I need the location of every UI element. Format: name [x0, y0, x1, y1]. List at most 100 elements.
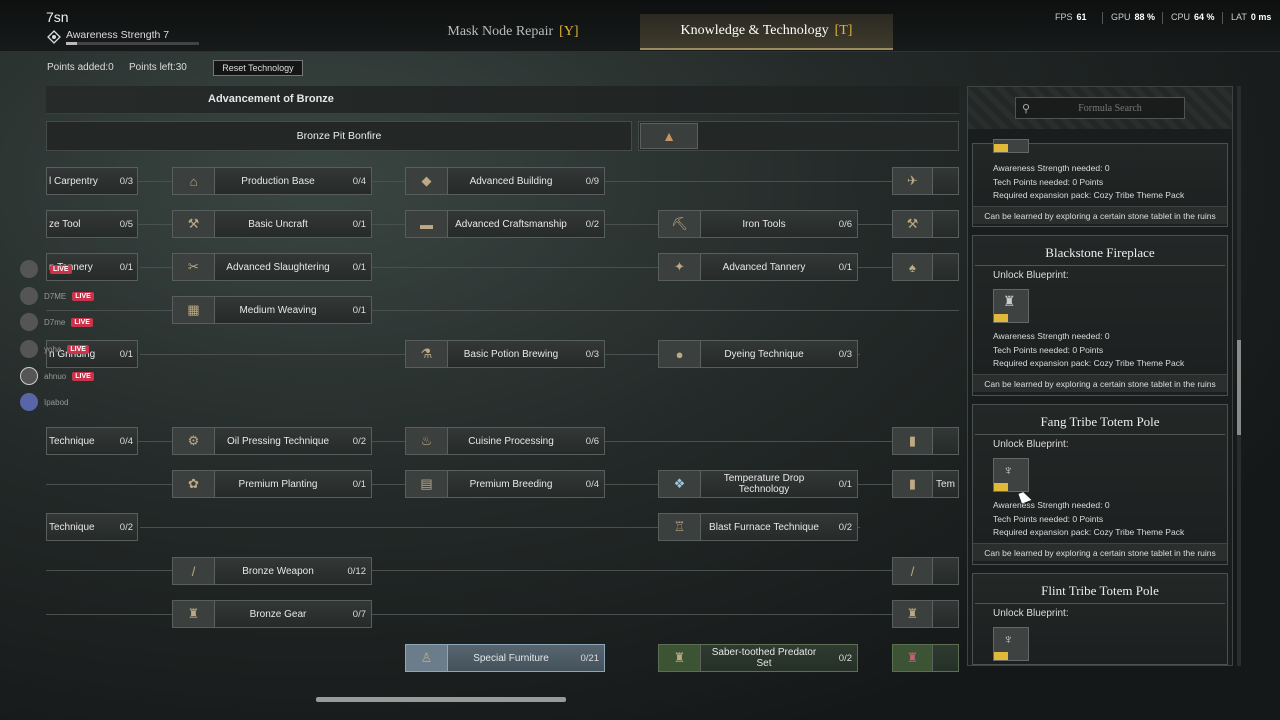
- tech-node-carpentry[interactable]: l Carpentry 0/3: [46, 167, 138, 195]
- avatar: [20, 340, 38, 358]
- gpu-value: 88 %: [1134, 12, 1156, 22]
- tab-mask-node-repair[interactable]: Mask Node Repair [Y]: [400, 14, 626, 50]
- tech-node-production-base[interactable]: ⌂ Production Base 0/4: [172, 167, 372, 195]
- node-name: Bronze Gear: [249, 608, 307, 620]
- tech-node-iron-tools[interactable]: ⛏ Iron Tools 0/6: [658, 210, 858, 238]
- tech-node-bronze-weapon[interactable]: / Bronze Weapon 0/12: [172, 557, 372, 585]
- req-line: Awareness Strength needed: 0: [993, 163, 1110, 173]
- node-name: Blast Furnace Technique: [709, 521, 819, 533]
- requirements: Awareness Strength needed: 0 Tech Points…: [993, 330, 1184, 371]
- tech-node-dyeing-technique[interactable]: ● Dyeing Technique 0/3: [658, 340, 858, 368]
- spear-icon: /: [893, 558, 933, 584]
- tech-node-medium-weaving[interactable]: ▦ Medium Weaving 0/1: [172, 296, 372, 324]
- lat-label: LAT: [1231, 12, 1247, 22]
- social-entry[interactable]: D7me LIVE: [20, 312, 138, 332]
- gold-tag: [994, 652, 1008, 660]
- statue-icon: ♙: [406, 645, 448, 671]
- lat-stat: LAT 0 ms: [1231, 12, 1271, 22]
- formula-card-partial[interactable]: Awareness Strength needed: 0 Tech Points…: [972, 139, 1228, 227]
- tech-node-advanced-craftsmanship[interactable]: ▬ Advanced Craftsmanship 0/2: [405, 210, 605, 238]
- bonfire-icon[interactable]: ▲: [640, 123, 698, 149]
- node-count: 0/2: [838, 521, 852, 533]
- tech-node-advanced-slaughtering[interactable]: ✂ Advanced Slaughtering 0/1: [172, 253, 372, 281]
- tech-node-oil-pressing[interactable]: ⚙ Oil Pressing Technique 0/2: [172, 427, 372, 455]
- node-count: 0/1: [352, 304, 366, 316]
- live-badge: LIVE: [71, 317, 93, 327]
- formula-search-input[interactable]: ⚲ Formula Search: [1015, 97, 1185, 119]
- bronze-pit-bonfire-node[interactable]: Bronze Pit Bonfire: [46, 121, 632, 151]
- workbench-icon: ▬: [406, 211, 448, 237]
- spear-icon: /: [173, 558, 215, 584]
- tab-hotkey: [Y]: [559, 24, 579, 39]
- node-name: Tem: [936, 478, 955, 490]
- awareness-progress-bar: [66, 42, 199, 45]
- tech-node-partial[interactable]: /: [892, 557, 959, 585]
- horizontal-scrollbar[interactable]: [316, 697, 566, 702]
- req-line: Required expansion pack: Cozy Tribe Them…: [993, 190, 1185, 200]
- node-count: 0/7: [352, 608, 366, 620]
- tech-node-cuisine-processing[interactable]: ♨ Cuisine Processing 0/6: [405, 427, 605, 455]
- tech-node-partial[interactable]: ⚒: [892, 210, 959, 238]
- tech-node-premium-planting[interactable]: ✿ Premium Planting 0/1: [172, 470, 372, 498]
- tech-node-blast-furnace[interactable]: ♖ Blast Furnace Technique 0/2: [658, 513, 858, 541]
- awareness-icon: [47, 30, 61, 44]
- node-count: 0/2: [585, 218, 599, 230]
- social-entry[interactable]: D7ME LIVE: [20, 286, 138, 306]
- social-entry[interactable]: yoha LIVE: [20, 339, 138, 359]
- tech-node-technique[interactable]: Technique 0/2: [46, 513, 138, 541]
- node-name: Cuisine Processing: [468, 435, 554, 447]
- live-badge: LIVE: [72, 291, 94, 301]
- social-entry[interactable]: Ipabod: [20, 392, 138, 412]
- cube-icon: ◆: [406, 168, 448, 194]
- tech-node-saber-toothed-set[interactable]: ♜ Saber-toothed Predator Set 0/2: [658, 644, 858, 672]
- tech-node-advanced-tannery[interactable]: ✦ Advanced Tannery 0/1: [658, 253, 858, 281]
- tech-node-basic-potion-brewing[interactable]: ⚗ Basic Potion Brewing 0/3: [405, 340, 605, 368]
- node-name: Basic Potion Brewing: [463, 348, 559, 360]
- tab-knowledge-technology[interactable]: Knowledge & Technology [T]: [640, 14, 893, 50]
- live-badge: LIVE: [50, 264, 72, 274]
- node-name: Dyeing Technique: [724, 348, 804, 360]
- formula-card-blackstone-fireplace[interactable]: Blackstone Fireplace Unlock Blueprint: ♜…: [972, 235, 1228, 396]
- gpu-stat: GPU 88 %: [1111, 12, 1155, 22]
- stat-divider: [1222, 12, 1223, 24]
- tech-node-partial[interactable]: ✈: [892, 167, 959, 195]
- formula-card-flint-tribe-totem-pole[interactable]: Flint Tribe Totem Pole Unlock Blueprint:…: [972, 573, 1228, 665]
- gold-tag: [994, 144, 1008, 152]
- blueprint-totem-icon[interactable]: ♆: [993, 458, 1029, 492]
- node-name: Bronze Weapon: [242, 565, 314, 577]
- blueprint-fireplace-icon[interactable]: ♜: [993, 289, 1029, 323]
- tech-node-advanced-building[interactable]: ◆ Advanced Building 0/9: [405, 167, 605, 195]
- armor-icon: ♜: [893, 645, 933, 671]
- tech-node-partial[interactable]: ♜: [892, 600, 959, 628]
- points-added: Points added:0: [47, 62, 114, 73]
- tech-node-partial[interactable]: ♠: [892, 253, 959, 281]
- hammer-icon: ⚒: [173, 211, 215, 237]
- panel-scrollbar-thumb[interactable]: [1237, 340, 1241, 435]
- tech-node-temperature-drop[interactable]: ❖ Temperature Drop Technology 0/1: [658, 470, 858, 498]
- tech-node-technique[interactable]: Technique 0/4: [46, 427, 138, 455]
- tech-node-partial[interactable]: ▮ Tem: [892, 470, 959, 498]
- formula-card-fang-tribe-totem-pole[interactable]: Fang Tribe Totem Pole Unlock Blueprint: …: [972, 404, 1228, 565]
- node-count: 0/1: [838, 478, 852, 490]
- tech-node-bronze-gear[interactable]: ♜ Bronze Gear 0/7: [172, 600, 372, 628]
- req-line: Required expansion pack: Cozy Tribe Them…: [993, 527, 1185, 537]
- social-entry[interactable]: LIVE: [20, 259, 138, 279]
- tab-label: Mask Node Repair: [447, 24, 554, 39]
- card-title: Fang Tribe Totem Pole: [1040, 414, 1160, 429]
- armor-icon: ♜: [173, 601, 215, 627]
- reset-technology-button[interactable]: Reset Technology: [213, 60, 303, 76]
- node-name: Premium Breeding: [469, 478, 553, 490]
- tech-node-partial[interactable]: ♜: [892, 644, 959, 672]
- node-name: Temperature Drop Technology: [723, 473, 805, 495]
- blueprint-totem-icon[interactable]: ♆: [993, 627, 1029, 661]
- furnace-icon: ♖: [659, 514, 701, 540]
- tech-node-bronze-tool[interactable]: ze Tool 0/5: [46, 210, 138, 238]
- node-count: 0/21: [580, 652, 600, 664]
- tech-node-special-furniture[interactable]: ♙ Special Furniture 0/21: [405, 644, 605, 672]
- pillar-icon: ▮: [893, 471, 933, 497]
- social-entry[interactable]: ahnuo LIVE: [20, 366, 138, 386]
- sack-icon: ♠: [893, 254, 933, 280]
- tech-node-partial[interactable]: ▮: [892, 427, 959, 455]
- tech-node-basic-uncraft[interactable]: ⚒ Basic Uncraft 0/1: [172, 210, 372, 238]
- tech-node-premium-breeding[interactable]: ▤ Premium Breeding 0/4: [405, 470, 605, 498]
